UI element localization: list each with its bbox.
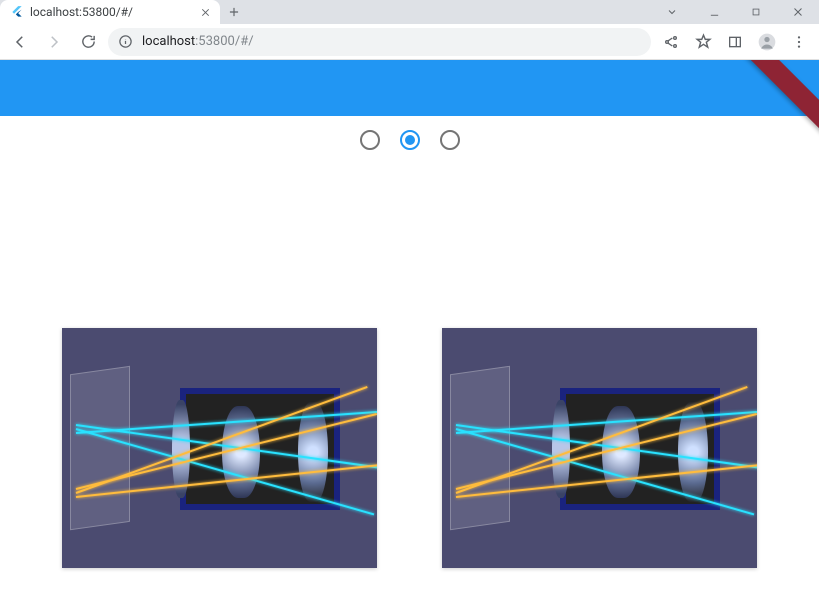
- reload-button[interactable]: [74, 28, 102, 56]
- radio-option-2[interactable]: [400, 130, 420, 150]
- url-rest: :53800/#/: [195, 34, 253, 49]
- browser-tab-active[interactable]: localhost:53800/#/: [0, 0, 220, 24]
- new-tab-button[interactable]: [220, 0, 248, 24]
- optical-lens-illustration-icon: [62, 328, 377, 568]
- tab-title: localhost:53800/#/: [30, 5, 192, 19]
- url-text: localhost:53800/#/: [142, 34, 641, 49]
- kebab-menu-icon[interactable]: [785, 28, 813, 56]
- gallery-thumbnail[interactable]: [62, 328, 377, 568]
- flutter-app-root: [0, 60, 819, 591]
- minimize-icon[interactable]: [693, 0, 735, 24]
- address-bar[interactable]: localhost:53800/#/: [108, 28, 651, 56]
- site-info-icon[interactable]: [118, 34, 134, 50]
- chevron-down-icon[interactable]: [651, 0, 693, 24]
- browser-tabstrip: localhost:53800/#/: [0, 0, 819, 24]
- flutter-favicon-icon: [10, 5, 24, 19]
- appbar: [0, 60, 819, 116]
- url-host: localhost: [142, 34, 195, 49]
- radio-option-3[interactable]: [440, 130, 460, 150]
- image-gallery: [0, 158, 819, 568]
- optical-lens-illustration-icon: [442, 328, 757, 568]
- window-controls: [651, 0, 819, 24]
- browser-toolbar: localhost:53800/#/: [0, 24, 819, 60]
- radio-group: [0, 116, 819, 158]
- close-tab-icon[interactable]: [198, 5, 212, 19]
- maximize-icon[interactable]: [735, 0, 777, 24]
- back-button[interactable]: [6, 28, 34, 56]
- close-window-icon[interactable]: [777, 0, 819, 24]
- radio-option-1[interactable]: [360, 130, 380, 150]
- forward-button[interactable]: [40, 28, 68, 56]
- bookmark-icon[interactable]: [689, 28, 717, 56]
- share-icon[interactable]: [657, 28, 685, 56]
- gallery-thumbnail[interactable]: [442, 328, 757, 568]
- profile-avatar-icon[interactable]: [753, 28, 781, 56]
- side-panel-icon[interactable]: [721, 28, 749, 56]
